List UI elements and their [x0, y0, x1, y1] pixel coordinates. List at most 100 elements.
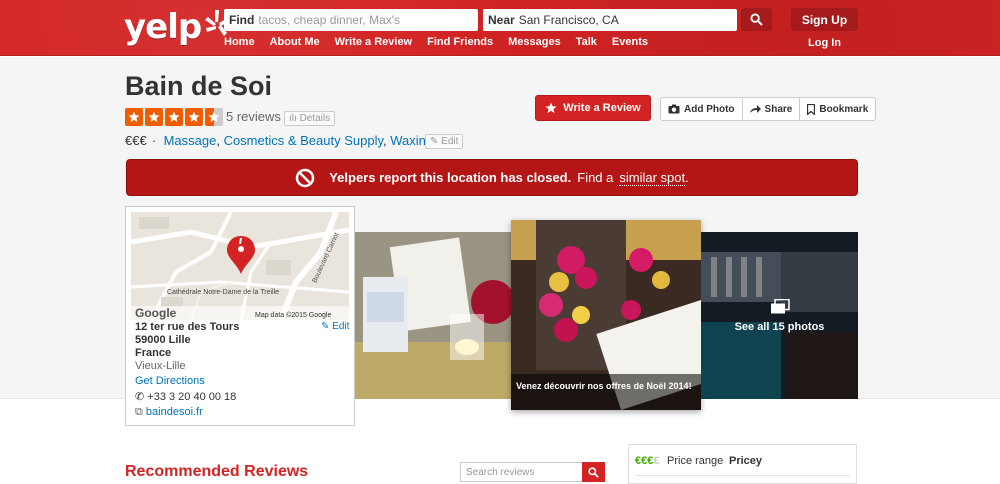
nav-write-review[interactable]: Write a Review	[335, 36, 412, 48]
external-link-icon: ⧉	[135, 406, 146, 418]
see-all-photos-label: See all 15 photos	[734, 320, 825, 333]
category-link[interactable]: Massage	[164, 133, 217, 148]
nav-home[interactable]: Home	[224, 36, 255, 48]
photo-caption: Venez découvrir nos offres de Noël 2014!	[511, 374, 701, 410]
nav-talk[interactable]: Talk	[576, 36, 597, 48]
nav-about-me[interactable]: About Me	[270, 36, 320, 48]
near-value: San Francisco, CA	[518, 13, 619, 27]
photos-stack-icon	[770, 298, 790, 313]
find-placeholder: tacos, cheap dinner, Max's	[258, 13, 401, 27]
write-review-label: Write a Review	[563, 102, 641, 114]
price-range-value: Pricey	[729, 455, 763, 467]
page-title: Bain de Soi	[125, 71, 273, 101]
review-count[interactable]: 5 reviews	[226, 109, 281, 124]
map-credit: Map data ©2015 Google	[255, 311, 331, 319]
add-photo-label: Add Photo	[684, 103, 735, 115]
closed-alert-banner: Yelpers report this location has closed.…	[126, 159, 858, 196]
phone-row: ✆ +33 3 20 40 00 18	[135, 390, 236, 403]
nav-events[interactable]: Events	[612, 36, 648, 48]
half-star-icon	[205, 108, 223, 126]
business-info-sidebar: €€€€ Price range Pricey	[628, 444, 857, 484]
closed-alert-find: Find a	[577, 170, 614, 185]
price-range: €€€	[125, 133, 147, 148]
main-nav: Home About Me Write a Review Find Friend…	[224, 36, 663, 48]
location-map[interactable]: Boulevard Carnot Cathédrale Notre-Dame d…	[131, 212, 349, 320]
bar-chart-icon: ılı	[289, 113, 300, 124]
get-directions-link[interactable]: Get Directions	[135, 375, 205, 387]
search-reviews-input[interactable]: Search reviews	[460, 462, 582, 482]
similar-spot-link[interactable]: similar spot	[619, 170, 686, 186]
closed-alert-period: .	[685, 170, 689, 185]
prohibited-icon	[295, 168, 315, 187]
details-label: Details	[299, 113, 331, 124]
phone-number: +33 3 20 40 00 18	[147, 391, 237, 403]
add-photo-button[interactable]: Add Photo	[661, 98, 743, 120]
search-button[interactable]	[741, 8, 772, 31]
share-arrow-icon	[749, 105, 761, 113]
near-search-field[interactable]: Near San Francisco, CA	[483, 9, 737, 31]
edit-categories-button[interactable]: ✎ Edit	[425, 134, 464, 149]
business-photo[interactable]	[355, 232, 512, 399]
price-range-symbol: €€€€	[635, 455, 659, 467]
country: France	[135, 347, 172, 359]
share-button[interactable]: Share	[743, 98, 801, 120]
top-header: yelp Find tacos, cheap dinner, Max's Nea…	[0, 0, 1000, 56]
price-range-label: Price range	[667, 455, 724, 467]
street-address: 12 ter rue des Tours	[135, 321, 240, 333]
star-icon	[125, 108, 143, 126]
write-review-button[interactable]: Write a Review	[535, 95, 651, 121]
search-icon	[750, 13, 763, 26]
search-reviews-placeholder: Search reviews	[466, 467, 535, 478]
details-button[interactable]: ılı Details	[284, 111, 336, 126]
edit-label: Edit	[441, 136, 459, 147]
find-search-field[interactable]: Find tacos, cheap dinner, Max's	[224, 9, 478, 31]
price-symbol-inactive: €	[653, 455, 660, 467]
website-row[interactable]: ⧉ baindesoi.fr	[135, 406, 203, 419]
google-map-logo: Google	[135, 306, 177, 320]
nav-find-friends[interactable]: Find Friends	[427, 36, 493, 48]
search-reviews-button[interactable]	[582, 462, 605, 482]
neighborhood: Vieux-Lille	[135, 360, 186, 372]
find-label: Find	[229, 13, 255, 27]
near-label: Near	[488, 13, 515, 27]
map-graphic: Boulevard Carnot Cathédrale Notre-Dame d…	[131, 212, 349, 320]
category-link[interactable]: Cosmetics & Beauty Supply	[224, 133, 383, 148]
nav-messages[interactable]: Messages	[508, 36, 561, 48]
divider	[635, 475, 850, 476]
bookmark-icon	[807, 103, 816, 115]
star-rating	[125, 108, 223, 126]
log-in-link[interactable]: Log In	[808, 37, 841, 49]
see-all-photos-tile[interactable]: See all 15 photos	[701, 232, 858, 399]
recommended-reviews-heading: Recommended Reviews	[125, 463, 309, 480]
star-icon	[545, 102, 557, 113]
see-all-photos-overlay: See all 15 photos	[701, 232, 858, 399]
share-label: Share	[764, 103, 793, 115]
category-list: · Massage, Cosmetics & Beauty Supply, Wa…	[152, 133, 433, 148]
bookmark-button[interactable]: Bookmark	[800, 98, 875, 120]
location-edit-label: Edit	[332, 321, 350, 332]
category-comma: ,	[216, 133, 224, 148]
closed-alert-text: Yelpers report this location has closed.	[329, 170, 572, 185]
pencil-icon: ✎	[321, 321, 333, 332]
phone-icon: ✆	[135, 391, 148, 403]
price-symbol-active: €€€	[635, 455, 654, 467]
star-icon	[145, 108, 163, 126]
yelp-logo[interactable]: yelp	[124, 6, 231, 48]
search-icon	[588, 466, 599, 478]
featured-photo[interactable]: Venez découvrir nos offres de Noël 2014!	[511, 220, 701, 410]
pencil-icon: ✎	[430, 136, 442, 147]
action-button-group: Add Photo Share Bookmark	[660, 97, 877, 121]
camera-icon	[668, 104, 680, 114]
star-icon	[165, 108, 183, 126]
bookmark-label: Bookmark	[819, 103, 869, 115]
map-place-label: Cathédrale Notre-Dame de la Treille	[167, 289, 279, 296]
location-card: Boulevard Carnot Cathédrale Notre-Dame d…	[125, 206, 355, 426]
photo-graphic	[355, 232, 512, 399]
logo-text: yelp	[124, 7, 202, 47]
website-link: baindesoi.fr	[145, 406, 203, 418]
postal-city: 59000 Lille	[135, 334, 191, 346]
edit-location-link[interactable]: ✎ Edit	[321, 321, 349, 332]
category-separator: ·	[152, 133, 160, 148]
sign-up-button[interactable]: Sign Up	[791, 8, 858, 31]
star-icon	[185, 108, 203, 126]
